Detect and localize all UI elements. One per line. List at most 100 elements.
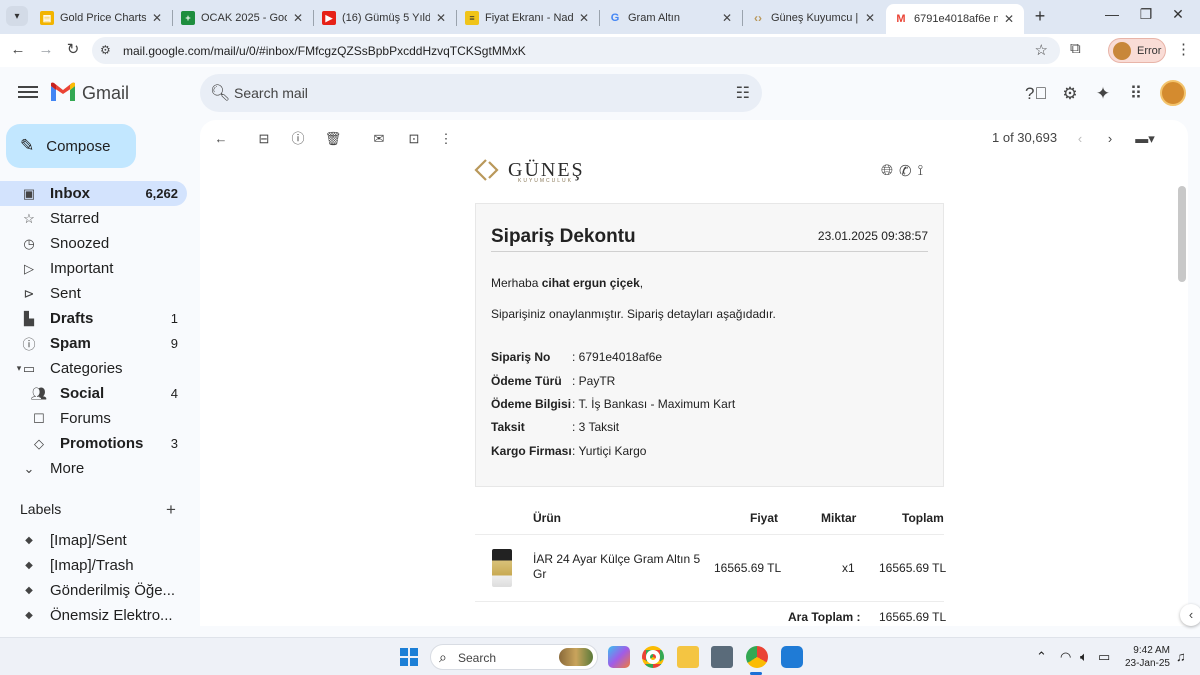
help-question-icon[interactable]: ?⃝	[1025, 83, 1047, 105]
close-icon[interactable]: ✕	[291, 11, 305, 25]
sidebar-item-snoozed[interactable]: ◷ Snoozed	[0, 231, 187, 256]
new-tab-plus-icon[interactable]: +	[1030, 6, 1050, 27]
phone-icon[interactable]: ✆	[899, 162, 912, 180]
unread-count: 1	[170, 311, 178, 326]
minimize-icon[interactable]: —	[1102, 6, 1122, 22]
tab-search-button[interactable]: ▾	[6, 6, 28, 26]
settings-gear-icon[interactable]: ⚙	[1059, 83, 1081, 105]
close-icon[interactable]: ✕	[150, 11, 164, 25]
sidebar-label-onemsiz[interactable]: ◆ Önemsiz Elektro...	[0, 603, 187, 628]
sidebar-label-gonderilmis[interactable]: ◆ Gönderilmiş Öğe...	[0, 578, 187, 603]
extensions-puzzle-icon[interactable]: ⧉	[1070, 40, 1081, 57]
tab-title: Fiyat Ekranı - Nadir D	[485, 12, 573, 24]
calculator-app-icon[interactable]	[711, 646, 733, 668]
apps-grid-icon[interactable]: ⠿	[1125, 83, 1147, 105]
bookmark-star-icon[interactable]: ☆	[1035, 41, 1048, 59]
main-menu-hamburger-icon[interactable]	[18, 83, 38, 103]
account-avatar[interactable]	[1160, 80, 1186, 106]
browser-tab-youtube[interactable]: ▶ (16) Gümüş 5 Yılda % ✕	[314, 4, 456, 32]
browser-tab-fiyat-ekrani[interactable]: ≡ Fiyat Ekranı - Nadir D ✕	[457, 4, 599, 32]
taskbar-clock[interactable]: 9:42 AM 23-Jan-25	[1120, 644, 1170, 670]
url-text[interactable]: mail.google.com/mail/u/0/#inbox/FMfcgzQZ…	[123, 44, 526, 58]
sidebar-item-categories[interactable]: ▾ ▭ Categories	[0, 356, 187, 381]
paint-app-icon[interactable]	[781, 646, 803, 668]
search-highlight-image	[559, 648, 593, 666]
restore-icon[interactable]: ❐	[1136, 6, 1156, 23]
search-input[interactable]: Search mail	[234, 85, 308, 101]
browser-tab-gmail-active[interactable]: M 6791e4018af6e no'lu ✕	[886, 4, 1024, 34]
sidebar-item-starred[interactable]: ☆ Starred	[0, 206, 187, 231]
taskbar-search-box[interactable]: ⌕ Search	[430, 644, 598, 670]
vertical-scrollbar[interactable]	[1178, 186, 1186, 282]
close-icon[interactable]: ✕	[720, 11, 734, 25]
side-panel-toggle-chevron-icon[interactable]: ‹	[1180, 604, 1200, 626]
back-to-inbox-arrow-icon[interactable]: ←	[212, 130, 230, 148]
sidebar-item-label: Important	[50, 260, 114, 277]
mark-unread-icon[interactable]: ✉	[370, 130, 388, 148]
browser-menu-kebab-icon[interactable]: ⋮	[1176, 40, 1191, 58]
sidebar-item-more[interactable]: ⌄ More	[0, 456, 187, 481]
reload-icon[interactable]: ↻	[63, 40, 83, 60]
report-spam-icon[interactable]: ⓘ	[289, 130, 307, 148]
archive-icon[interactable]: ⊟	[255, 130, 273, 148]
browser-tab-gram-altin[interactable]: G Gram Altın ✕	[600, 4, 742, 32]
nadir-doviz-favicon-icon: ≡	[465, 11, 479, 25]
chrome-active-app-icon[interactable]	[746, 646, 768, 668]
search-bar[interactable]: 🔍︎ Search mail ☷	[200, 74, 762, 112]
windows-start-icon[interactable]	[400, 648, 418, 666]
forward-arrow-icon[interactable]: →	[36, 40, 56, 60]
address-bar[interactable]: ⚙ mail.google.com/mail/u/0/#inbox/FMfcgz…	[92, 37, 1060, 64]
unread-count: 4	[170, 386, 178, 401]
sidebar-label-imap-sent[interactable]: ◆ [Imap]/Sent	[0, 528, 187, 553]
chrome-app-icon[interactable]	[642, 646, 664, 668]
create-label-plus-icon[interactable]: +	[166, 500, 176, 520]
browser-tab-gunes-kuyumcu[interactable]: ‹› Güneş Kuyumcu | Alt ✕	[743, 4, 885, 32]
notification-bell-icon[interactable]: ♫	[1176, 649, 1186, 664]
close-icon[interactable]: ✕	[863, 11, 877, 25]
customer-name: cihat ergun çiçek	[541, 276, 640, 290]
newer-chevron-left-icon[interactable]: ‹	[1071, 130, 1089, 148]
window-close-icon[interactable]: ✕	[1168, 6, 1188, 23]
gmail-logo-icon[interactable]	[50, 82, 76, 102]
move-to-folder-icon[interactable]: ⊡	[405, 130, 423, 148]
delete-trash-icon[interactable]: 🗑︎	[324, 130, 342, 148]
battery-icon[interactable]: ▭	[1098, 649, 1110, 665]
globe-icon[interactable]: 🌐︎	[881, 162, 893, 180]
older-chevron-right-icon[interactable]: ›	[1101, 130, 1119, 148]
rss-feed-icon[interactable]: ⟟	[918, 162, 924, 180]
sidebar-item-drafts[interactable]: ▙ Drafts 1	[0, 306, 187, 331]
profile-error-button[interactable]: Error	[1108, 38, 1166, 63]
browser-tab-ocak-sheet[interactable]: + OCAK 2025 - Google ✕	[173, 4, 313, 32]
close-icon[interactable]: ✕	[1002, 12, 1016, 26]
sidebar-item-social[interactable]: 👥︎ Social 4	[0, 381, 187, 406]
brand-contact-icons: 🌐︎ ✆ ⟟	[881, 162, 923, 180]
tray-overflow-chevron-icon[interactable]: ⌃	[1036, 649, 1047, 665]
search-options-sliders-icon[interactable]: ☷	[736, 83, 750, 103]
more-actions-kebab-icon[interactable]: ⋮	[437, 130, 455, 148]
gemini-sparkle-icon[interactable]: ✦	[1092, 83, 1114, 105]
sidebar-item-forums[interactable]: ☐ Forums	[0, 406, 187, 431]
close-icon[interactable]: ✕	[434, 11, 448, 25]
receipt-title: Sipariş Dekontu	[491, 226, 636, 247]
site-info-icon[interactable]: ⚙	[100, 43, 111, 57]
wifi-icon[interactable]: ◠	[1060, 649, 1071, 665]
input-tools-keyboard-icon[interactable]: ▬▾	[1132, 130, 1158, 148]
sidebar-item-sent[interactable]: ⊳ Sent	[0, 281, 187, 306]
file-explorer-folder-icon[interactable]	[677, 646, 699, 668]
copilot-app-icon[interactable]	[608, 646, 630, 668]
sidebar-label-imap-trash[interactable]: ◆ [Imap]/Trash	[0, 553, 187, 578]
volume-icon[interactable]: 🔈︎	[1080, 649, 1088, 665]
important-icon: ▷	[24, 260, 34, 276]
sidebar-item-spam[interactable]: ⓘ Spam 9	[0, 331, 187, 356]
sidebar-item-promotions[interactable]: ◇ Promotions 3	[0, 431, 187, 456]
back-arrow-icon[interactable]: ←	[8, 40, 28, 60]
product-name[interactable]: İAR 24 Ayar Külçe Gram Altın 5 Gr	[533, 552, 703, 582]
sidebar-item-important[interactable]: ▷ Important	[0, 256, 187, 281]
column-header-total: Toplam	[902, 511, 944, 525]
sidebar-item-inbox[interactable]: ▣ Inbox 6,262	[0, 181, 187, 206]
browser-tab-gold-price[interactable]: ▤ Gold Price Charts & I ✕	[32, 4, 172, 32]
search-icon[interactable]: 🔍︎	[210, 83, 230, 103]
close-icon[interactable]: ✕	[577, 11, 591, 25]
gmail-wordmark[interactable]: Gmail	[82, 83, 129, 104]
compose-button[interactable]: ✎ Compose	[6, 124, 136, 168]
